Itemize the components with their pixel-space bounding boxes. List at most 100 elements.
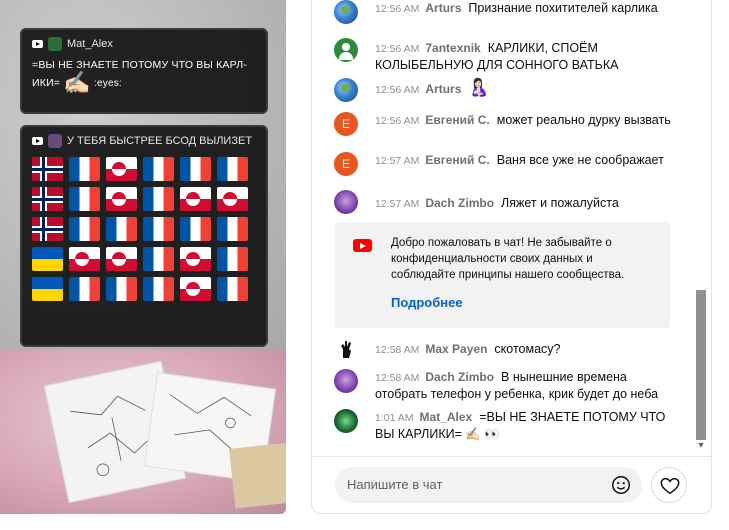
message-timestamp: 12:56 AM <box>375 43 420 55</box>
message-author[interactable]: Arturs <box>425 82 461 96</box>
message-emoji: 🤱🏻 <box>468 78 490 97</box>
overlay-message: =ВЫ НЕ ЗНАЕТЕ ПОТОМУ ЧТО ВЫ КАРЛ- ИКИ= ✍… <box>22 52 266 94</box>
video-player[interactable]: Mat_Alex =ВЫ НЕ ЗНАЕТЕ ПОТОМУ ЧТО ВЫ КАР… <box>0 0 286 514</box>
greenland-flag-icon <box>180 187 211 211</box>
avatar <box>334 338 358 362</box>
divider <box>312 456 711 457</box>
message-author[interactable]: Max Payen <box>425 342 487 356</box>
chat-message-body: 1:01 AM Mat_Alex =ВЫ НЕ ЗНАЕТЕ ПОТОМУ ЧТО … <box>375 409 679 442</box>
message-text: Признание похитителей карлика <box>468 1 658 15</box>
france-flag-icon <box>69 217 100 241</box>
greenland-flag-icon <box>106 187 137 211</box>
avatar <box>334 38 358 62</box>
message-timestamp: 12:57 AM <box>375 155 420 167</box>
chat-message: 12:58 AM Dach Zimbo В нынешние времена ото… <box>334 369 679 402</box>
france-flag-icon <box>143 277 174 301</box>
chat-input[interactable]: Напишите в чат <box>335 467 642 503</box>
avatar <box>334 409 358 433</box>
chat-message: 12:56 AM 7antexnik КАРЛИКИ, СПОЁМ КОЛЫБЕЛЬ… <box>334 38 679 73</box>
chat-message-body: 12:56 AM 7antexnik КАРЛИКИ, СПОЁМ КОЛЫБЕЛЬ… <box>375 40 679 73</box>
chat-message: 1:01 AM Mat_Alex =ВЫ НЕ ЗНАЕТЕ ПОТОМУ ЧТО … <box>334 409 679 442</box>
learn-more-link[interactable]: Подробнее <box>391 295 463 310</box>
greenland-flag-icon <box>106 247 137 271</box>
chat-message: 12:58 AM Max Payen скотомасу? <box>334 338 679 362</box>
scrollbar-thumb[interactable] <box>696 290 706 440</box>
france-flag-icon <box>69 277 100 301</box>
france-flag-icon <box>217 277 248 301</box>
greenland-flag-icon <box>180 247 211 271</box>
avatar <box>334 0 358 24</box>
chat-message-body: 12:58 AM Max Payen скотомасу? <box>375 341 679 358</box>
overlay-line: ИКИ= ✍🏻 :eyes: <box>32 72 256 94</box>
avatar <box>334 369 358 393</box>
chat-message: 12:56 AM Arturs Признание похитителей карл… <box>334 0 679 24</box>
france-flag-icon <box>143 187 174 211</box>
france-flag-icon <box>180 217 211 241</box>
france-flag-icon <box>217 157 248 181</box>
overlay-message-text: У ТЕБЯ БЫСТРЕЕ БСОД ВЫЛИЗЕТ <box>67 134 253 147</box>
message-text: Ваня все уже не соображает <box>496 153 664 167</box>
youtube-icon <box>32 136 43 145</box>
message-timestamp: 12:57 AM <box>375 198 420 210</box>
stream-chat-overlay: У ТЕБЯ БЫСТРЕЕ БСОД ВЫЛИЗЕТ <box>20 125 268 347</box>
greenland-flag-icon <box>180 277 211 301</box>
youtube-icon <box>32 39 43 48</box>
avatar <box>334 78 358 102</box>
avatar: Е <box>334 152 358 176</box>
overlay-line-suffix: :eyes: <box>94 78 122 89</box>
france-flag-icon <box>143 247 174 271</box>
chat-scrollbar[interactable]: ▾ <box>695 0 707 455</box>
message-text: скотомасу? <box>494 342 561 356</box>
message-author[interactable]: Евгений С. <box>425 153 489 167</box>
emoji-icon[interactable] <box>610 474 632 496</box>
chat-message-body: 12:56 AM Arturs Признание похитителей карл… <box>375 0 679 17</box>
screen: Mat_Alex =ВЫ НЕ ЗНАЕТЕ ПОТОМУ ЧТО ВЫ КАР… <box>0 0 729 530</box>
greenland-flag-icon <box>69 247 100 271</box>
message-timestamp: 12:58 AM <box>375 344 420 356</box>
youtube-icon <box>353 239 372 252</box>
chat-message: Е 12:56 AM Евгений С. может реально дурку … <box>334 112 679 136</box>
welcome-text: Добро пожаловать в чат! Не забывайте о к… <box>391 237 625 281</box>
avatar: Е <box>334 112 358 136</box>
norway-flag-icon <box>32 217 63 241</box>
message-author[interactable]: Евгений С. <box>425 113 489 127</box>
message-author[interactable]: Dach Zimbo <box>425 196 494 210</box>
overlay-author: Mat_Alex <box>67 37 113 50</box>
chat-message-body: 12:57 AM Евгений С. Ваня все уже не сообра… <box>375 152 679 169</box>
message-text: =ВЫ НЕ ЗНАЕТЕ ПОТОМУ ЧТО ВЫ КАРЛИКИ= ✍🏻 … <box>375 410 666 441</box>
france-flag-icon <box>217 247 248 271</box>
message-text: Ляжет и пожалуйста <box>501 196 619 210</box>
overlay-line-prefix: ИКИ= <box>32 77 61 89</box>
flag-emoji-grid <box>22 149 266 301</box>
message-author[interactable]: Mat_Alex <box>420 410 473 424</box>
scroll-down-arrow-icon[interactable]: ▾ <box>695 440 707 454</box>
chat-message-body: 12:56 AM Евгений С. может реально дурку вы… <box>375 112 679 129</box>
norway-flag-icon <box>32 157 63 181</box>
like-button[interactable] <box>651 467 687 503</box>
message-author[interactable]: 7antexnik <box>425 41 480 55</box>
ukraine-flag-icon <box>32 277 63 301</box>
greenland-flag-icon <box>217 187 248 211</box>
chat-message-body: 12:56 AM Arturs 🤱🏻 <box>375 78 679 98</box>
message-timestamp: 12:56 AM <box>375 84 420 96</box>
chat-message: 12:56 AM Arturs 🤱🏻 <box>334 78 679 102</box>
heart-icon <box>660 477 680 495</box>
avatar <box>334 190 358 214</box>
france-flag-icon <box>69 187 100 211</box>
message-author[interactable]: Dach Zimbo <box>425 370 494 384</box>
france-flag-icon <box>217 217 248 241</box>
chat-message-list[interactable]: 12:56 AM Arturs Признание похитителей карл… <box>311 0 701 455</box>
avatar <box>48 133 62 148</box>
message-timestamp: 12:58 AM <box>375 372 420 384</box>
hand-avatar-icon <box>341 341 351 358</box>
overlay-header: Mat_Alex <box>22 30 266 52</box>
stream-chat-overlay: Mat_Alex =ВЫ НЕ ЗНАЕТЕ ПОТОМУ ЧТО ВЫ КАР… <box>20 28 268 114</box>
france-flag-icon <box>143 157 174 181</box>
avatar <box>48 36 62 51</box>
france-flag-icon <box>106 277 137 301</box>
chat-message-body: 12:57 AM Dach Zimbo Ляжет и пожалуйста <box>375 195 679 212</box>
norway-flag-icon <box>32 187 63 211</box>
writing-hand-emoji: ✍🏻 <box>63 70 91 95</box>
chat-input-placeholder: Напишите в чат <box>347 477 443 492</box>
message-author[interactable]: Arturs <box>425 1 461 15</box>
